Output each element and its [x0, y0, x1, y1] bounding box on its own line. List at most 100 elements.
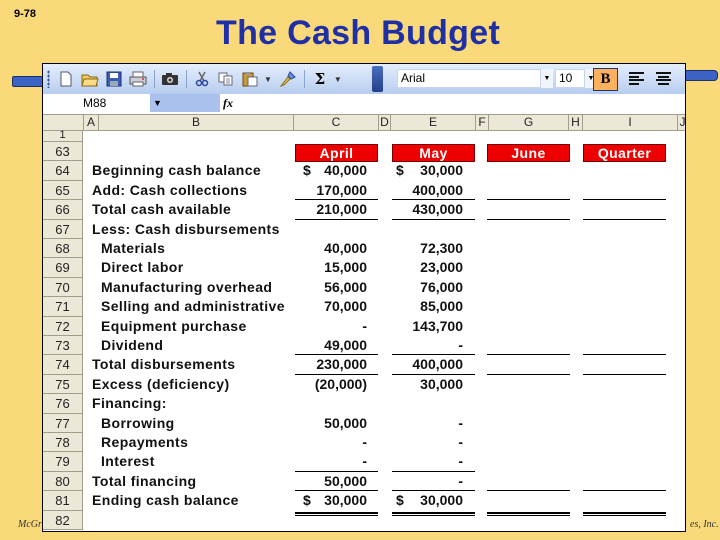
- name-box[interactable]: M88: [43, 94, 150, 112]
- row-header-68[interactable]: 68: [43, 239, 83, 259]
- toolbar-grip[interactable]: [47, 70, 50, 88]
- open-folder-icon[interactable]: [80, 69, 100, 89]
- row-label: Manufacturing overhead: [101, 278, 273, 295]
- april-value[interactable]: 70,000: [324, 297, 367, 316]
- row-label: Total financing: [92, 472, 197, 489]
- may-value[interactable]: 76,000: [420, 278, 463, 297]
- print-icon[interactable]: [128, 69, 148, 89]
- row-label: Total disbursements: [92, 356, 236, 373]
- column-header-c[interactable]: C: [293, 115, 378, 130]
- may-value[interactable]: 23,000: [420, 258, 463, 277]
- april-value[interactable]: 170,000: [316, 181, 367, 200]
- save-icon[interactable]: [104, 69, 124, 89]
- april-value[interactable]: 49,000: [324, 336, 367, 355]
- camera-icon[interactable]: [160, 69, 180, 89]
- may-value[interactable]: -: [458, 414, 463, 433]
- april-value[interactable]: 56,000: [324, 278, 367, 297]
- total-underline: [392, 354, 475, 356]
- row-header-66[interactable]: 66: [43, 200, 83, 220]
- autosum-dropdown[interactable]: ▼: [334, 75, 342, 84]
- row-header-67[interactable]: 67: [43, 219, 83, 239]
- font-name-input[interactable]: Arial: [397, 69, 541, 88]
- column-header-d[interactable]: D: [378, 115, 390, 130]
- may-value[interactable]: -: [458, 452, 463, 471]
- align-left-button[interactable]: [629, 72, 644, 85]
- row-header-78[interactable]: 78: [43, 433, 83, 453]
- april-value[interactable]: -: [362, 317, 367, 336]
- month-header-quarter[interactable]: Quarter: [583, 144, 666, 162]
- row-header-69[interactable]: 69: [43, 258, 83, 278]
- row-label: Dividend: [101, 337, 164, 353]
- cut-icon[interactable]: [192, 69, 212, 89]
- font-size-input[interactable]: 10: [555, 69, 585, 88]
- may-value[interactable]: 30,000: [420, 161, 463, 180]
- may-value[interactable]: 30,000: [420, 491, 463, 510]
- row-header-75[interactable]: 75: [43, 374, 83, 395]
- paste-icon[interactable]: [240, 69, 260, 89]
- may-value[interactable]: 400,000: [412, 355, 463, 374]
- april-value[interactable]: 30,000: [324, 491, 367, 510]
- column-header-h[interactable]: H: [568, 115, 582, 130]
- paste-options-dropdown[interactable]: ▼: [264, 75, 272, 84]
- name-box-dropdown[interactable]: ▼: [150, 94, 220, 112]
- copy-icon[interactable]: [216, 69, 236, 89]
- total-underline: [392, 470, 475, 472]
- row-header-71[interactable]: 71: [43, 297, 83, 317]
- autosum-icon[interactable]: Σ: [310, 69, 330, 89]
- april-value[interactable]: 40,000: [324, 239, 367, 258]
- april-value[interactable]: 210,000: [316, 200, 367, 219]
- bold-button[interactable]: B: [593, 68, 618, 91]
- row-header-72[interactable]: 72: [43, 316, 83, 336]
- april-value[interactable]: -: [362, 433, 367, 452]
- row-header-77[interactable]: 77: [43, 413, 83, 433]
- may-value[interactable]: 85,000: [420, 297, 463, 316]
- month-header-june[interactable]: June: [487, 144, 570, 162]
- may-value[interactable]: 30,000: [420, 375, 463, 394]
- row-header-63[interactable]: 63: [43, 142, 83, 162]
- may-value[interactable]: -: [458, 336, 463, 355]
- column-header-f[interactable]: F: [475, 115, 488, 130]
- row-header-80[interactable]: 80: [43, 471, 83, 492]
- row-header-1[interactable]: 1: [43, 130, 83, 142]
- april-value[interactable]: 50,000: [324, 472, 367, 491]
- new-document-icon[interactable]: [56, 69, 76, 89]
- april-value[interactable]: 15,000: [324, 258, 367, 277]
- select-all-corner[interactable]: [43, 115, 83, 130]
- row-header-64[interactable]: 64: [43, 161, 83, 181]
- april-value[interactable]: 230,000: [316, 355, 367, 374]
- april-value[interactable]: 40,000: [324, 161, 367, 180]
- column-header-e[interactable]: E: [390, 115, 475, 130]
- row-header-74[interactable]: 74: [43, 355, 83, 375]
- may-value[interactable]: 143,700: [412, 317, 463, 336]
- row-header-70[interactable]: 70: [43, 277, 83, 298]
- align-center-button[interactable]: [656, 72, 671, 85]
- total-underline: [487, 354, 570, 356]
- april-value[interactable]: (20,000): [315, 375, 367, 394]
- column-header-a[interactable]: A: [83, 115, 98, 130]
- may-value[interactable]: 400,000: [412, 181, 463, 200]
- may-value[interactable]: -: [458, 433, 463, 452]
- row-header-73[interactable]: 73: [43, 336, 83, 356]
- column-header-g[interactable]: G: [488, 115, 568, 130]
- spreadsheet-window: ▼ Σ ▼ Arial ▼ 10 ▼ B M88 ▼ fx ABCDEFGHIJ…: [42, 63, 686, 532]
- april-value[interactable]: 50,000: [324, 414, 367, 433]
- april-value[interactable]: -: [362, 452, 367, 471]
- may-value[interactable]: -: [458, 472, 463, 491]
- month-header-may[interactable]: May: [392, 144, 475, 162]
- row-header-79[interactable]: 79: [43, 452, 83, 472]
- formula-input[interactable]: [243, 94, 685, 112]
- column-header-j[interactable]: J: [677, 115, 685, 130]
- row-header-65[interactable]: 65: [43, 180, 83, 201]
- row-header-76[interactable]: 76: [43, 394, 83, 414]
- may-value[interactable]: 72,300: [420, 239, 463, 258]
- toolbar-options-button[interactable]: [372, 66, 383, 92]
- column-header-b[interactable]: B: [98, 115, 293, 130]
- column-header-i[interactable]: I: [582, 115, 677, 130]
- format-painter-icon[interactable]: [278, 69, 298, 89]
- currency-symbol: $: [303, 492, 311, 509]
- row-header-81[interactable]: 81: [43, 491, 83, 511]
- row-header-82[interactable]: 82: [43, 510, 83, 530]
- month-header-april[interactable]: April: [295, 144, 378, 162]
- may-value[interactable]: 430,000: [412, 200, 463, 219]
- font-name-dropdown[interactable]: ▼: [541, 69, 553, 88]
